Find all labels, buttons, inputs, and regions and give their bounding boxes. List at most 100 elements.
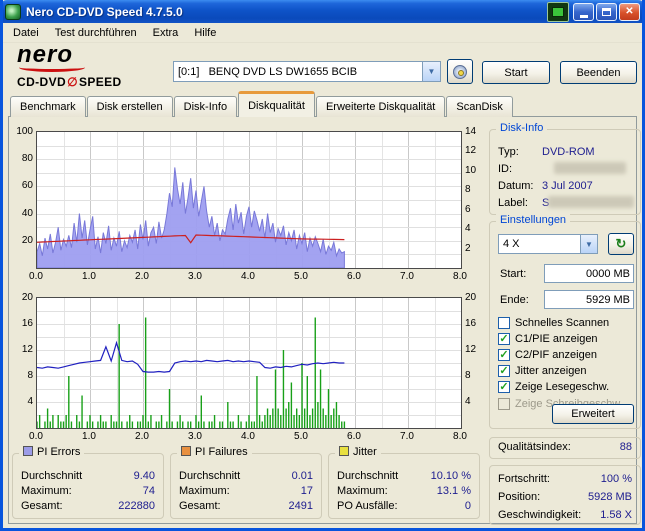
monitor-screen-icon [552, 6, 564, 17]
menu-item-hilfe[interactable]: Hilfe [186, 25, 224, 41]
stat-value: 2491 [288, 500, 313, 512]
axis-tick-label: 8.0 [453, 271, 467, 282]
checkbox-label: Schnelles Scannen [515, 317, 610, 329]
close-button[interactable]: ✕ [619, 2, 640, 21]
stats-pi-errors: PI Errors Durchschnitt 9.40 Maximum: 74 Ge… [12, 446, 164, 519]
stat-value: 13.1 % [436, 485, 471, 497]
drive-select[interactable]: [0:1] BENQ DVD LS DW1655 BCIB ▼ [173, 61, 441, 82]
disk-info-value: DVD-ROM [542, 146, 595, 158]
speed-label: Geschwindigkeit: [498, 509, 582, 521]
menu-item-extra[interactable]: Extra [145, 25, 187, 41]
axis-tick-label: 16 [465, 318, 477, 329]
tab-disk-info[interactable]: Disk-Info [173, 96, 238, 117]
stat-value: 222880 [118, 500, 155, 512]
stat-label: Gesamt: [179, 500, 221, 512]
stats-title-text: PI Errors [37, 446, 81, 458]
nero-logo-text: nero [17, 41, 74, 68]
quality-index-box: Qualitätsindex: 88 [489, 437, 641, 459]
checkbox-c1-pie-anzeigen[interactable]: ✓ C1/PIE anzeigen [498, 332, 598, 346]
speed-value: 1.58 X [600, 509, 632, 521]
tab-benchmark[interactable]: Benchmark [10, 96, 86, 117]
tab-scandisk[interactable]: ScanDisk [446, 96, 513, 117]
menu-item-test-durchfuehren[interactable]: Test durchführen [47, 25, 145, 41]
utility-monitor-icon[interactable] [547, 1, 569, 22]
axis-tick-label: 20 [465, 292, 477, 303]
start-position-field[interactable] [544, 264, 634, 283]
axis-tick-label: 100 [16, 126, 33, 137]
stats-pi-failures-title: PI Failures [177, 446, 252, 458]
axis-tick-label: 1.0 [82, 271, 96, 282]
checkbox-zeige-lesegeschw[interactable]: ✓ Zeige Lesegeschw. [498, 380, 609, 394]
pi-errors-plot [36, 131, 462, 269]
axis-tick-label: 12 [465, 344, 477, 355]
checkbox-box[interactable]: ✓ [498, 381, 510, 393]
tab-disk-erstellen[interactable]: Disk erstellen [86, 96, 173, 117]
stat-value: 17 [300, 485, 313, 497]
pi-errors-color-icon [23, 446, 33, 456]
checkbox-box[interactable] [498, 398, 510, 410]
stats-title-text: Jitter [353, 446, 377, 458]
refresh-button[interactable]: ↻ [608, 233, 634, 255]
axis-tick-label: 10 [465, 164, 477, 176]
maximize-button[interactable] [596, 2, 617, 21]
stat-label: PO Ausfälle: [337, 500, 398, 512]
maximize-icon [602, 7, 611, 16]
axis-tick-label: 4 [27, 396, 33, 407]
menu-item-datei[interactable]: Datei [5, 25, 47, 41]
tab-diskqualitaet[interactable]: Diskqualität [238, 91, 315, 117]
position-value: 5928 MB [587, 491, 632, 503]
disk-info-title: Disk-Info [496, 122, 548, 134]
stat-label: Maximum: [179, 485, 230, 497]
checkbox-schnelles-scannen[interactable]: Schnelles Scannen [498, 316, 609, 330]
progress-group: Fortschritt: 100 % Position: 5928 MB Gesch… [489, 465, 641, 525]
quality-index-value: 88 [619, 441, 632, 453]
eject-disc-button[interactable] [447, 59, 473, 84]
chart-canvas [36, 298, 461, 428]
pif-jitter-plot [36, 297, 462, 429]
stat-label: Gesamt: [21, 500, 63, 512]
redaction-blur [554, 162, 626, 174]
axis-tick-label: 5.0 [294, 431, 308, 442]
axis-tick-label: 8.0 [453, 431, 467, 442]
redaction-blur [548, 196, 634, 208]
checkbox-label: Zeige Lesegeschw. [515, 381, 610, 393]
menu-bar: Datei Test durchführen Extra Hilfe [3, 23, 642, 43]
axis-tick-label: 8 [465, 184, 471, 196]
stat-label: Maximum: [21, 485, 72, 497]
axis-tick-label: 6.0 [347, 271, 361, 282]
speed-select[interactable]: 4 X ▼ [498, 234, 598, 254]
start-button[interactable]: Start [482, 61, 550, 84]
checkbox-box[interactable]: ✓ [498, 365, 510, 377]
logo-speed: SPEED [78, 75, 122, 89]
axis-tick-label: 4.0 [241, 271, 255, 282]
dropdown-arrow-icon[interactable]: ▼ [422, 62, 440, 81]
checkbox-jitter-anzeigen[interactable]: ✓ Jitter anzeigen [498, 364, 587, 378]
end-position-field[interactable] [544, 290, 634, 309]
checkbox-box[interactable] [498, 317, 510, 329]
axis-tick-label: 1.0 [82, 431, 96, 442]
axis-tick-label: 4 [465, 396, 471, 407]
tab-erweiterte-diskqualitaet[interactable]: Erweiterte Diskqualität [315, 96, 446, 117]
stat-value: 0 [464, 500, 471, 512]
chart-canvas [36, 132, 461, 269]
quit-button[interactable]: Beenden [560, 61, 637, 84]
axis-tick-label: 60 [21, 180, 33, 192]
window-title: Nero CD-DVD Speed 4.7.5.0 [26, 4, 183, 19]
disk-info-label: Typ: [498, 146, 519, 158]
checkbox-label: C2/PIF anzeigen [515, 349, 597, 361]
cddvd-speed-logo-text: CD-DVD∅SPEED [17, 75, 167, 89]
disk-info-label: Datum: [498, 180, 534, 192]
jitter-color-icon [339, 446, 349, 456]
pi-errors-chart: 20 40 60 80 100 2 4 6 8 10 12 14 0.0 1.0 2.0 3.0 4.0 5.0 6… [12, 126, 484, 289]
axis-tick-label: 14 [465, 126, 477, 137]
axis-tick-label: 4.0 [241, 431, 255, 442]
tab-bar: Benchmark Disk erstellen Disk-Info Diskq… [10, 91, 514, 117]
checkbox-c2-pif-anzeigen[interactable]: ✓ C2/PIF anzeigen [498, 348, 597, 362]
checkbox-box[interactable]: ✓ [498, 349, 510, 361]
minimize-button[interactable] [573, 2, 594, 21]
axis-tick-label: 20 [21, 234, 33, 246]
checkbox-box[interactable]: ✓ [498, 333, 510, 345]
advanced-button[interactable]: Erweitert [552, 404, 634, 424]
stats-title-text: PI Failures [195, 446, 248, 458]
dropdown-arrow-icon[interactable]: ▼ [580, 235, 597, 253]
